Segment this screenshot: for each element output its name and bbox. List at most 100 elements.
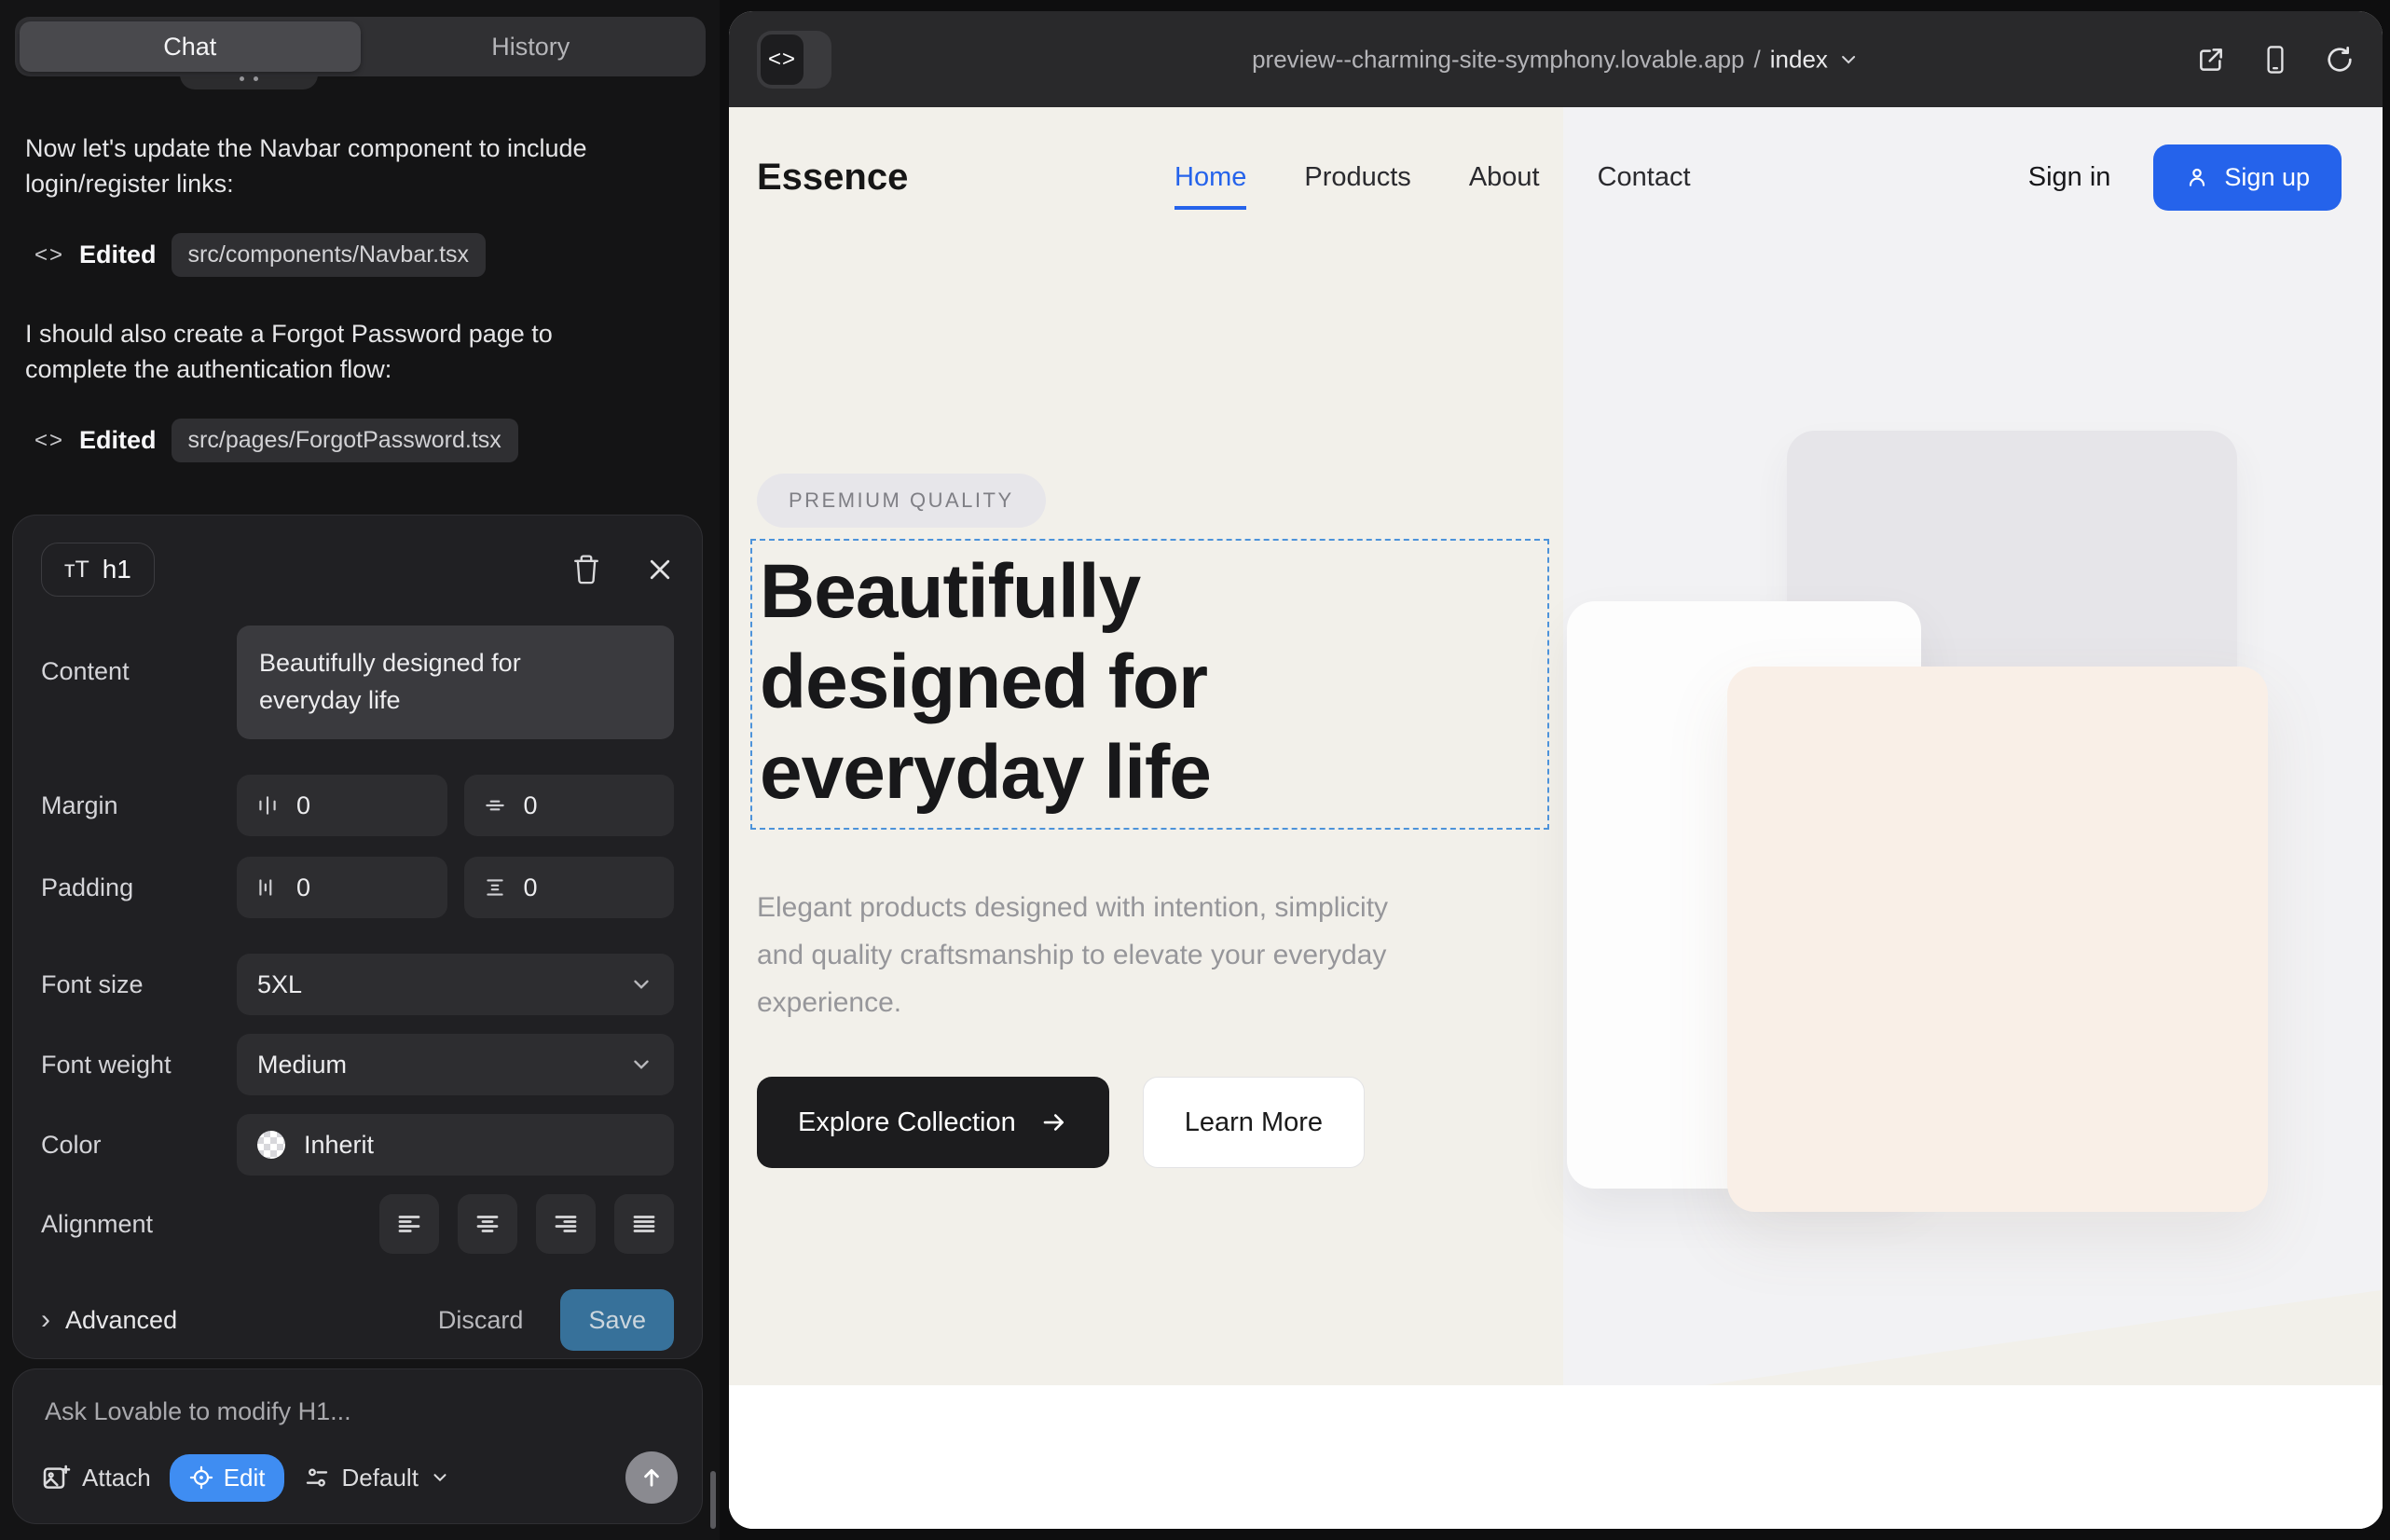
font-weight-select[interactable]: Medium bbox=[237, 1034, 674, 1095]
chat-composer[interactable]: Ask Lovable to modify H1... Attach bbox=[12, 1368, 703, 1524]
nav-link-contact[interactable]: Contact bbox=[1598, 162, 1691, 210]
align-left-icon bbox=[395, 1210, 423, 1238]
nav-link-home[interactable]: Home bbox=[1174, 162, 1246, 210]
content-textarea[interactable]: Beautifully designed for everyday life bbox=[237, 626, 674, 739]
padding-x-input[interactable]: 0 bbox=[237, 857, 447, 918]
code-icon: <> bbox=[761, 34, 804, 85]
url-separator: / bbox=[1754, 45, 1761, 74]
explore-collection-label: Explore Collection bbox=[798, 1107, 1016, 1138]
align-right-icon bbox=[552, 1210, 580, 1238]
margin-y-input[interactable]: 0 bbox=[464, 775, 675, 836]
margin-row: Margin 0 bbox=[41, 775, 674, 836]
edited-action-label: Edited bbox=[79, 241, 157, 269]
attach-image-icon bbox=[41, 1463, 71, 1492]
chat-messages: Now let's update the Navbar component to… bbox=[25, 131, 640, 502]
edit-label: Edit bbox=[224, 1464, 266, 1492]
sliders-icon bbox=[303, 1464, 331, 1492]
align-right-button[interactable] bbox=[536, 1194, 596, 1254]
margin-label: Margin bbox=[41, 791, 237, 820]
learn-more-button[interactable]: Learn More bbox=[1143, 1077, 1365, 1168]
edited-file-pill[interactable]: src/components/Navbar.tsx bbox=[172, 233, 487, 277]
close-editor-button[interactable] bbox=[646, 556, 674, 584]
app-root: Chat History Now let's update the Navbar… bbox=[0, 0, 2390, 1540]
tab-history[interactable]: History bbox=[361, 21, 702, 72]
editor-header: тT h1 bbox=[41, 540, 674, 599]
attach-label: Attach bbox=[82, 1464, 151, 1492]
browser-toolbar: <> preview--charming-site-symphony.lovab… bbox=[729, 11, 2383, 107]
send-button[interactable] bbox=[625, 1451, 678, 1504]
mode-label: Default bbox=[342, 1464, 419, 1492]
external-link-icon bbox=[2196, 45, 2226, 75]
sign-up-button[interactable]: Sign up bbox=[2153, 144, 2342, 211]
hero-heading[interactable]: Beautifully designed for everyday life bbox=[760, 546, 1547, 818]
smartphone-icon bbox=[2261, 45, 2289, 75]
selected-element-pill[interactable]: тT h1 bbox=[41, 543, 155, 597]
color-select[interactable]: Inherit bbox=[237, 1114, 674, 1176]
mode-selector[interactable]: Default bbox=[303, 1464, 450, 1492]
clipped-badge-dots bbox=[240, 76, 258, 81]
font-size-value: 5XL bbox=[257, 970, 302, 999]
site-logo[interactable]: Essence bbox=[757, 157, 908, 199]
assistant-message: Now let's update the Navbar component to… bbox=[25, 131, 626, 201]
align-justify-icon bbox=[630, 1210, 658, 1238]
margin-vertical-icon bbox=[483, 793, 507, 818]
margin-horizontal-icon bbox=[255, 793, 280, 818]
decorative-card-cream bbox=[1727, 667, 2268, 1212]
sign-in-button[interactable]: Sign in bbox=[2028, 162, 2111, 193]
padding-y-input[interactable]: 0 bbox=[464, 857, 675, 918]
site-nav: Home Products About Contact bbox=[1174, 107, 1691, 247]
composer-placeholder[interactable]: Ask Lovable to modify H1... bbox=[45, 1397, 351, 1426]
padding-y-value: 0 bbox=[524, 873, 538, 902]
nav-link-about[interactable]: About bbox=[1469, 162, 1540, 210]
element-editor-panel: тT h1 bbox=[12, 515, 703, 1359]
sign-up-label: Sign up bbox=[2224, 163, 2310, 192]
tab-chat[interactable]: Chat bbox=[20, 21, 361, 72]
font-size-row: Font size 5XL bbox=[41, 954, 674, 1015]
edited-file-pill[interactable]: src/pages/ForgotPassword.tsx bbox=[172, 419, 518, 462]
explore-collection-button[interactable]: Explore Collection bbox=[757, 1077, 1109, 1168]
font-size-select[interactable]: 5XL bbox=[237, 954, 674, 1015]
code-preview-toggle[interactable]: <> bbox=[757, 31, 831, 89]
color-swatch-transparent bbox=[257, 1131, 285, 1159]
advanced-toggle[interactable]: › Advanced bbox=[41, 1306, 177, 1335]
align-justify-button[interactable] bbox=[614, 1194, 674, 1254]
code-icon: <> bbox=[34, 242, 64, 268]
site-preview: Essence Home Products About Contact Sign… bbox=[729, 107, 2383, 1529]
attach-button[interactable]: Attach bbox=[41, 1463, 151, 1492]
content-label: Content bbox=[41, 626, 237, 686]
margin-x-input[interactable]: 0 bbox=[237, 775, 447, 836]
selected-h1-outline[interactable]: Beautifully designed for everyday life bbox=[750, 539, 1549, 830]
refresh-button[interactable] bbox=[2325, 45, 2355, 75]
save-button[interactable]: Save bbox=[560, 1289, 674, 1351]
delete-element-button[interactable] bbox=[571, 554, 601, 585]
next-section-background bbox=[729, 1385, 2383, 1529]
mobile-view-button[interactable] bbox=[2261, 45, 2289, 75]
discard-button[interactable]: Discard bbox=[438, 1306, 524, 1335]
padding-vertical-icon bbox=[483, 875, 507, 900]
alignment-row: Alignment bbox=[41, 1194, 674, 1254]
font-weight-row: Font weight Medium bbox=[41, 1034, 674, 1095]
arrow-right-icon bbox=[1040, 1108, 1068, 1136]
panel-scrollbar[interactable] bbox=[710, 1471, 716, 1529]
content-row: Content Beautifully designed for everyda… bbox=[41, 626, 674, 739]
align-center-button[interactable] bbox=[458, 1194, 517, 1254]
margin-x-value: 0 bbox=[296, 791, 310, 820]
editor-footer: › Advanced Discard Save bbox=[41, 1289, 674, 1351]
edited-file-row[interactable]: <> Edited src/components/Navbar.tsx bbox=[34, 233, 640, 277]
nav-link-products[interactable]: Products bbox=[1304, 162, 1410, 210]
trash-icon bbox=[571, 554, 601, 585]
edit-mode-button[interactable]: Edit bbox=[170, 1454, 284, 1502]
premium-quality-badge: PREMIUM QUALITY bbox=[757, 474, 1046, 528]
alignment-label: Alignment bbox=[41, 1210, 237, 1239]
font-weight-value: Medium bbox=[257, 1051, 347, 1079]
edited-file-row[interactable]: <> Edited src/pages/ForgotPassword.tsx bbox=[34, 419, 640, 462]
site-header: Essence Home Products About Contact Sign… bbox=[729, 107, 2383, 247]
open-external-button[interactable] bbox=[2196, 45, 2226, 75]
padding-row: Padding 0 bbox=[41, 857, 674, 918]
chevron-down-icon[interactable] bbox=[1837, 48, 1860, 71]
refresh-icon bbox=[2325, 45, 2355, 75]
align-left-button[interactable] bbox=[379, 1194, 439, 1254]
typography-icon: тT bbox=[64, 557, 89, 584]
padding-x-value: 0 bbox=[296, 873, 310, 902]
url-bar[interactable]: preview--charming-site-symphony.lovable.… bbox=[1252, 45, 1860, 74]
